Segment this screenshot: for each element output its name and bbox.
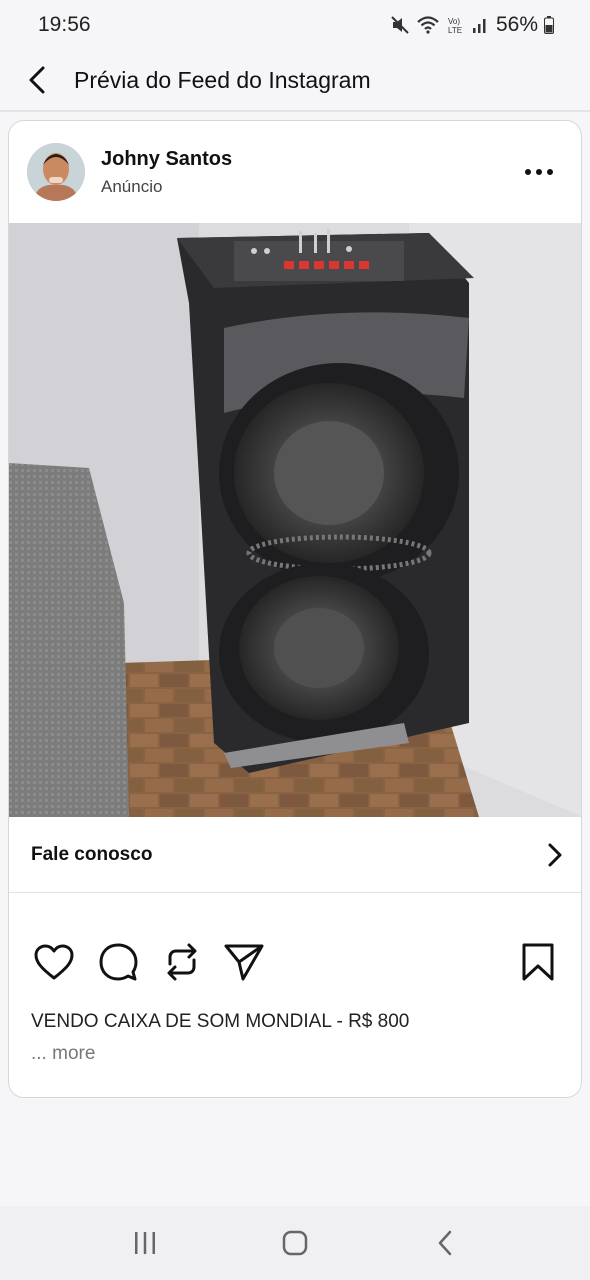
author-name[interactable]: Johny Santos [101,148,232,171]
home-icon [282,1230,308,1256]
back-icon [438,1230,452,1256]
signal-icon [472,19,486,33]
wifi-icon [417,16,439,34]
caption-more-link[interactable]: ... more [31,1043,95,1065]
avatar-image [27,143,85,201]
comment-icon [99,943,138,981]
share-icon [224,944,264,981]
sponsored-label: Anúncio [101,176,163,196]
avatar[interactable] [27,143,85,201]
heart-icon [34,944,74,980]
post-image[interactable] [9,223,581,817]
cta-label: Fale conosco [31,843,153,865]
comment-button[interactable] [95,939,141,985]
post-header: Johny Santos Anúncio [9,121,581,223]
battery-percent: 56% [495,13,538,36]
author-info: Johny Santos Anúncio [101,148,232,197]
header-divider [0,110,590,112]
recent-apps-icon [135,1232,155,1254]
share-button[interactable] [221,939,267,985]
status-time: 19:56 [38,13,91,36]
contact-us-cta[interactable]: Fale conosco [9,817,581,893]
speaker-photo [9,223,581,817]
post-caption: VENDO CAIXA DE SOM MONDIAL - R$ 800 [31,1011,410,1032]
bookmark-icon [522,943,554,981]
home-button[interactable] [255,1206,335,1280]
system-back-button[interactable] [405,1206,485,1280]
back-button[interactable] [0,50,74,110]
more-options-button[interactable] [519,159,559,185]
status-bar: 19:56 Vo) LTE 56% [0,0,590,50]
svg-text:Vo): Vo) [448,17,460,26]
system-nav-bar [0,1206,590,1280]
chevron-left-icon [29,66,45,94]
status-icons: Vo) LTE 56% [390,13,554,37]
save-button[interactable] [515,939,561,985]
mute-icon [391,16,409,34]
post-preview-card: Johny Santos Anúncio Fale conosco VENDO … [8,120,582,1098]
volte-icon: Vo) LTE [448,17,462,35]
like-button[interactable] [31,939,77,985]
repost-icon [167,943,197,981]
recent-apps-button[interactable] [105,1206,185,1280]
post-actions [9,939,581,989]
more-horizontal-icon [525,169,553,175]
app-header: Prévia do Feed do Instagram [0,50,590,110]
chevron-right-icon [548,843,562,866]
repost-button[interactable] [159,939,205,985]
battery-icon [544,16,554,34]
svg-text:LTE: LTE [448,26,462,35]
page-title: Prévia do Feed do Instagram [74,66,371,93]
